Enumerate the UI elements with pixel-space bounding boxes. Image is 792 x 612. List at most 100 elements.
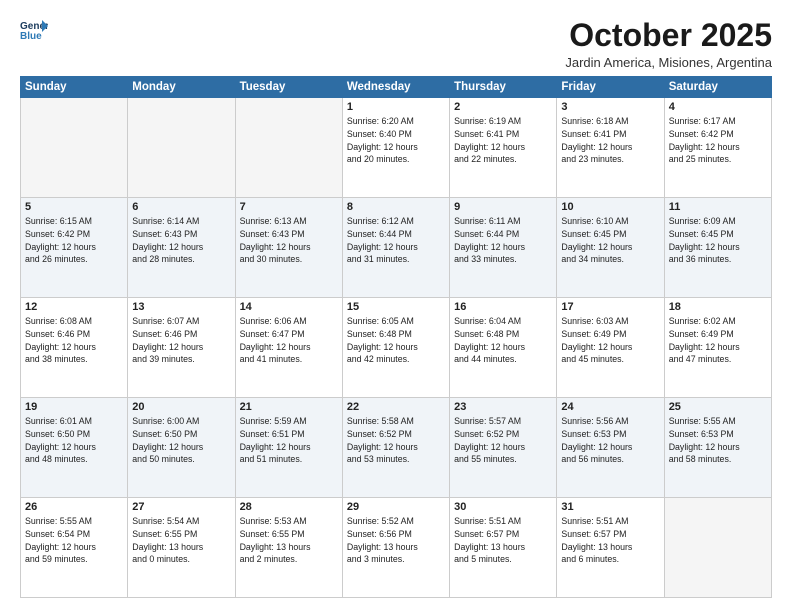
day-number: 16 xyxy=(454,301,552,313)
calendar-day-cell: 9Sunrise: 6:11 AM Sunset: 6:44 PM Daylig… xyxy=(450,198,557,298)
calendar-day-cell: 17 Sunrise: 6:03 AM Sunset: 6:49 PM Dayli… xyxy=(557,298,664,398)
day-info: Sunrise: 6:18 AM Sunset: 6:41 PM Dayligh… xyxy=(561,115,659,166)
day-number: 26 xyxy=(25,501,123,513)
calendar-day-cell: 13Sunrise: 6:07 AM Sunset: 6:46 PM Dayli… xyxy=(128,298,235,398)
calendar-week-row: 1Sunrise: 6:20 AM Sunset: 6:40 PM Daylig… xyxy=(21,98,772,198)
weekday-header-tuesday: Tuesday xyxy=(235,77,342,98)
day-info: Sunrise: 6:02 AM Sunset: 6:49 PM Dayligh… xyxy=(669,315,767,366)
calendar-week-row: 12Sunrise: 6:08 AM Sunset: 6:46 PM Dayli… xyxy=(21,298,772,398)
calendar-day-cell: 26Sunrise: 5:55 AM Sunset: 6:54 PM Dayli… xyxy=(21,498,128,598)
day-info: Sunrise: 6:11 AM Sunset: 6:44 PM Dayligh… xyxy=(454,215,552,266)
calendar-week-row: 26Sunrise: 5:55 AM Sunset: 6:54 PM Dayli… xyxy=(21,498,772,598)
month-title: October 2025 xyxy=(565,18,772,53)
day-info: Sunrise: 6:13 AM Sunset: 6:43 PM Dayligh… xyxy=(240,215,338,266)
logo: General Blue xyxy=(20,18,48,40)
title-block: October 2025 Jardin America, Misiones, A… xyxy=(565,18,772,70)
day-info: Sunrise: 5:54 AM Sunset: 6:55 PM Dayligh… xyxy=(132,515,230,566)
weekday-header-sunday: Sunday xyxy=(21,77,128,98)
calendar-day-cell: 4Sunrise: 6:17 AM Sunset: 6:42 PM Daylig… xyxy=(664,98,771,198)
day-info: Sunrise: 6:04 AM Sunset: 6:48 PM Dayligh… xyxy=(454,315,552,366)
calendar-day-cell: 14Sunrise: 6:06 AM Sunset: 6:47 PM Dayli… xyxy=(235,298,342,398)
calendar-day-cell: 6Sunrise: 6:14 AM Sunset: 6:43 PM Daylig… xyxy=(128,198,235,298)
calendar-week-row: 19Sunrise: 6:01 AM Sunset: 6:50 PM Dayli… xyxy=(21,398,772,498)
weekday-header-wednesday: Wednesday xyxy=(342,77,449,98)
calendar-day-cell: 16 Sunrise: 6:04 AM Sunset: 6:48 PM Dayli… xyxy=(450,298,557,398)
calendar-day-cell: 30 Sunrise: 5:51 AM Sunset: 6:57 PM Dayli… xyxy=(450,498,557,598)
calendar-day-cell: 11 Sunrise: 6:09 AM Sunset: 6:45 PM Dayli… xyxy=(664,198,771,298)
day-info: Sunrise: 6:20 AM Sunset: 6:40 PM Dayligh… xyxy=(347,115,445,166)
calendar-day-cell: 29Sunrise: 5:52 AM Sunset: 6:56 PM Dayli… xyxy=(342,498,449,598)
day-info: Sunrise: 6:07 AM Sunset: 6:46 PM Dayligh… xyxy=(132,315,230,366)
calendar-day-cell: 18 Sunrise: 6:02 AM Sunset: 6:49 PM Dayli… xyxy=(664,298,771,398)
calendar-week-row: 5 Sunrise: 6:15 AM Sunset: 6:42 PM Daylig… xyxy=(21,198,772,298)
day-info: Sunrise: 6:12 AM Sunset: 6:44 PM Dayligh… xyxy=(347,215,445,266)
day-info: Sunrise: 5:51 AM Sunset: 6:57 PM Dayligh… xyxy=(454,515,552,566)
day-number: 29 xyxy=(347,501,445,513)
day-info: Sunrise: 5:51 AM Sunset: 6:57 PM Dayligh… xyxy=(561,515,659,566)
calendar-day-cell: 31Sunrise: 5:51 AM Sunset: 6:57 PM Dayli… xyxy=(557,498,664,598)
calendar-day-cell: 24Sunrise: 5:56 AM Sunset: 6:53 PM Dayli… xyxy=(557,398,664,498)
calendar-day-cell: 22 Sunrise: 5:58 AM Sunset: 6:52 PM Dayli… xyxy=(342,398,449,498)
day-info: Sunrise: 6:08 AM Sunset: 6:46 PM Dayligh… xyxy=(25,315,123,366)
day-number: 8 xyxy=(347,201,445,213)
day-number: 27 xyxy=(132,501,230,513)
day-number: 5 xyxy=(25,201,123,213)
day-info: Sunrise: 5:59 AM Sunset: 6:51 PM Dayligh… xyxy=(240,415,338,466)
day-number: 30 xyxy=(454,501,552,513)
day-info: Sunrise: 6:10 AM Sunset: 6:45 PM Dayligh… xyxy=(561,215,659,266)
day-number: 17 xyxy=(561,301,659,313)
calendar-day-cell: 21 Sunrise: 5:59 AM Sunset: 6:51 PM Dayli… xyxy=(235,398,342,498)
location-subtitle: Jardin America, Misiones, Argentina xyxy=(565,55,772,70)
day-info: Sunrise: 6:09 AM Sunset: 6:45 PM Dayligh… xyxy=(669,215,767,266)
day-number: 2 xyxy=(454,101,552,113)
calendar-day-cell xyxy=(235,98,342,198)
day-info: Sunrise: 5:53 AM Sunset: 6:55 PM Dayligh… xyxy=(240,515,338,566)
day-info: Sunrise: 6:14 AM Sunset: 6:43 PM Dayligh… xyxy=(132,215,230,266)
calendar-day-cell: 28Sunrise: 5:53 AM Sunset: 6:55 PM Dayli… xyxy=(235,498,342,598)
logo-icon: General Blue xyxy=(20,18,48,40)
day-number: 23 xyxy=(454,401,552,413)
day-number: 18 xyxy=(669,301,767,313)
day-number: 20 xyxy=(132,401,230,413)
calendar-day-cell xyxy=(128,98,235,198)
weekday-header-friday: Friday xyxy=(557,77,664,98)
calendar-day-cell xyxy=(664,498,771,598)
day-number: 15 xyxy=(347,301,445,313)
day-number: 4 xyxy=(669,101,767,113)
day-info: Sunrise: 6:06 AM Sunset: 6:47 PM Dayligh… xyxy=(240,315,338,366)
day-info: Sunrise: 5:58 AM Sunset: 6:52 PM Dayligh… xyxy=(347,415,445,466)
svg-text:Blue: Blue xyxy=(20,31,42,40)
calendar-day-cell: 1Sunrise: 6:20 AM Sunset: 6:40 PM Daylig… xyxy=(342,98,449,198)
calendar-day-cell: 2 Sunrise: 6:19 AM Sunset: 6:41 PM Daylig… xyxy=(450,98,557,198)
calendar-day-cell: 10 Sunrise: 6:10 AM Sunset: 6:45 PM Dayli… xyxy=(557,198,664,298)
calendar-day-cell: 7Sunrise: 6:13 AM Sunset: 6:43 PM Daylig… xyxy=(235,198,342,298)
day-number: 10 xyxy=(561,201,659,213)
calendar-day-cell: 23Sunrise: 5:57 AM Sunset: 6:52 PM Dayli… xyxy=(450,398,557,498)
calendar-day-cell: 25 Sunrise: 5:55 AM Sunset: 6:53 PM Dayli… xyxy=(664,398,771,498)
calendar-day-cell: 19Sunrise: 6:01 AM Sunset: 6:50 PM Dayli… xyxy=(21,398,128,498)
day-number: 19 xyxy=(25,401,123,413)
day-number: 25 xyxy=(669,401,767,413)
calendar-day-cell: 3 Sunrise: 6:18 AM Sunset: 6:41 PM Daylig… xyxy=(557,98,664,198)
day-info: Sunrise: 6:19 AM Sunset: 6:41 PM Dayligh… xyxy=(454,115,552,166)
calendar-day-cell: 8 Sunrise: 6:12 AM Sunset: 6:44 PM Daylig… xyxy=(342,198,449,298)
weekday-header-monday: Monday xyxy=(128,77,235,98)
day-info: Sunrise: 6:15 AM Sunset: 6:42 PM Dayligh… xyxy=(25,215,123,266)
calendar-day-cell: 27 Sunrise: 5:54 AM Sunset: 6:55 PM Dayli… xyxy=(128,498,235,598)
calendar-table: SundayMondayTuesdayWednesdayThursdayFrid… xyxy=(20,76,772,598)
page: General Blue October 2025 Jardin America… xyxy=(0,0,792,612)
calendar-day-cell: 20 Sunrise: 6:00 AM Sunset: 6:50 PM Dayli… xyxy=(128,398,235,498)
weekday-header-row: SundayMondayTuesdayWednesdayThursdayFrid… xyxy=(21,77,772,98)
calendar-day-cell: 12Sunrise: 6:08 AM Sunset: 6:46 PM Dayli… xyxy=(21,298,128,398)
weekday-header-saturday: Saturday xyxy=(664,77,771,98)
header: General Blue October 2025 Jardin America… xyxy=(20,18,772,70)
day-number: 3 xyxy=(561,101,659,113)
day-info: Sunrise: 6:03 AM Sunset: 6:49 PM Dayligh… xyxy=(561,315,659,366)
day-info: Sunrise: 6:05 AM Sunset: 6:48 PM Dayligh… xyxy=(347,315,445,366)
day-number: 24 xyxy=(561,401,659,413)
day-number: 22 xyxy=(347,401,445,413)
day-number: 21 xyxy=(240,401,338,413)
day-number: 11 xyxy=(669,201,767,213)
day-info: Sunrise: 5:55 AM Sunset: 6:53 PM Dayligh… xyxy=(669,415,767,466)
day-info: Sunrise: 6:00 AM Sunset: 6:50 PM Dayligh… xyxy=(132,415,230,466)
